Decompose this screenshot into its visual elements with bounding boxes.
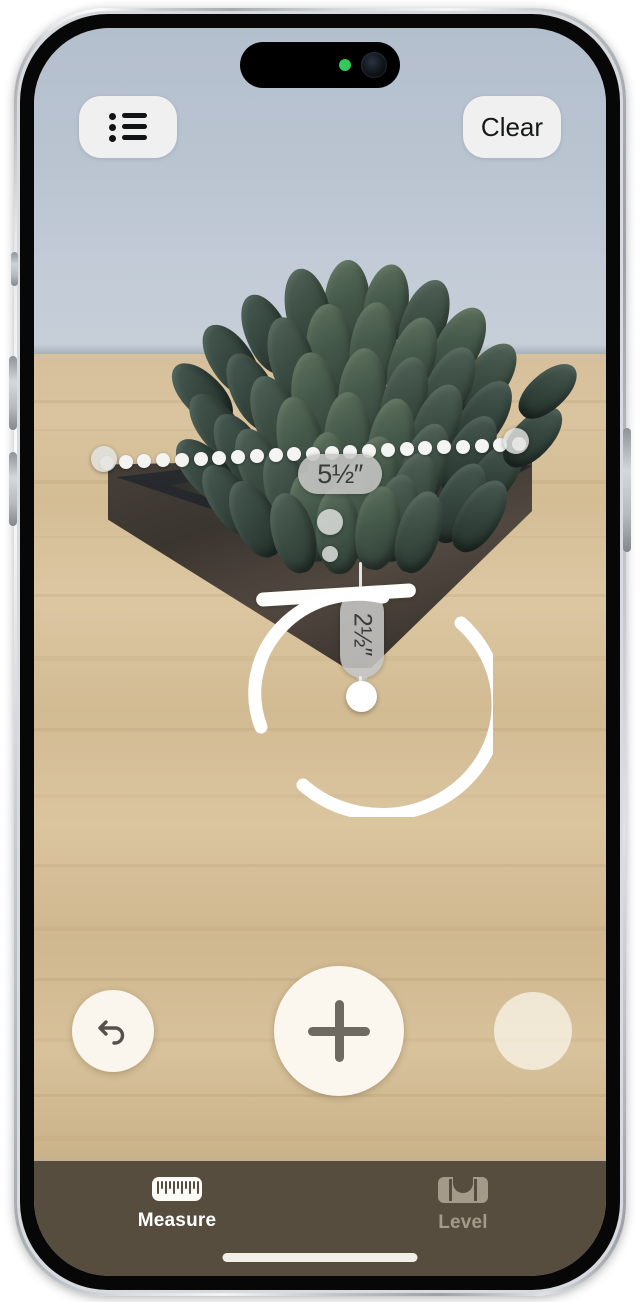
ruler-tick <box>181 1181 183 1194</box>
measurement-node-small[interactable] <box>322 546 338 562</box>
clear-button[interactable]: Clear <box>463 96 561 158</box>
measurement-dot <box>118 455 133 470</box>
bottom-control-row <box>34 966 606 1130</box>
tab-measure-label: Measure <box>137 1210 217 1231</box>
measurement-dot <box>193 451 208 466</box>
bottom-tab-bar: Measure Level <box>34 1158 606 1276</box>
ruler-tick <box>193 1181 195 1189</box>
list-bullet-icon <box>109 113 147 142</box>
measurement-list-button[interactable] <box>79 96 177 158</box>
measurement-node-corner[interactable] <box>317 509 343 535</box>
measurement-dot <box>455 439 470 454</box>
measurement-dot <box>437 440 452 455</box>
measurement-dot <box>418 441 433 456</box>
volume-up-hardware-button[interactable] <box>9 356 17 430</box>
measurement-dot <box>137 454 152 469</box>
measurement-dot <box>268 448 283 463</box>
measurement-dot <box>287 447 302 462</box>
measurement-dot <box>174 452 189 467</box>
measurement-dot <box>399 442 414 457</box>
measurement-endpoint-left[interactable] <box>91 446 117 472</box>
ruler-tick <box>177 1181 179 1189</box>
phone-screen: 5½″ 2½″ Clear Measure Level <box>34 28 606 1276</box>
plus-icon-vertical <box>334 1000 344 1062</box>
ruler-tick <box>173 1181 175 1194</box>
measurement-dot <box>156 453 171 468</box>
ruler-tick <box>169 1181 171 1189</box>
dynamic-island <box>240 42 400 88</box>
shutter-capture-button[interactable] <box>494 992 572 1070</box>
ruler-tick <box>197 1181 199 1194</box>
add-measurement-button[interactable] <box>274 966 404 1096</box>
measurement-dot <box>231 449 246 464</box>
tab-level[interactable]: Level <box>320 1176 606 1234</box>
level-icon <box>438 1176 488 1203</box>
measurement-dot <box>249 449 264 464</box>
volume-down-hardware-button[interactable] <box>9 452 17 526</box>
undo-arrow-icon <box>98 1020 125 1045</box>
measurement-dot <box>212 450 227 465</box>
measurement-dot <box>474 438 489 453</box>
power-side-hardware-button[interactable] <box>623 428 631 552</box>
camera-in-use-indicator-icon <box>339 59 351 71</box>
tab-level-label: Level <box>438 1212 488 1233</box>
measurement-label-horizontal[interactable]: 5½″ <box>298 454 382 494</box>
home-indicator-bar[interactable] <box>222 1253 418 1262</box>
front-camera-icon <box>361 52 387 78</box>
ruler-tick <box>189 1181 191 1194</box>
ruler-icon <box>152 1177 202 1201</box>
screenshot-root: 5½″ 2½″ Clear Measure Level <box>0 0 640 1302</box>
ruler-tick <box>165 1181 167 1194</box>
undo-button[interactable] <box>72 990 154 1072</box>
measurement-endpoint-right[interactable] <box>503 428 529 454</box>
ruler-tick <box>161 1181 163 1189</box>
ruler-tick <box>185 1181 187 1189</box>
ruler-tick <box>157 1181 159 1194</box>
measurement-dot <box>380 443 395 458</box>
shutter-icon <box>499 997 567 1065</box>
focus-point-dot[interactable] <box>346 681 377 712</box>
tab-measure[interactable]: Measure <box>34 1177 320 1232</box>
mute-switch-hardware-button[interactable] <box>11 252 18 286</box>
